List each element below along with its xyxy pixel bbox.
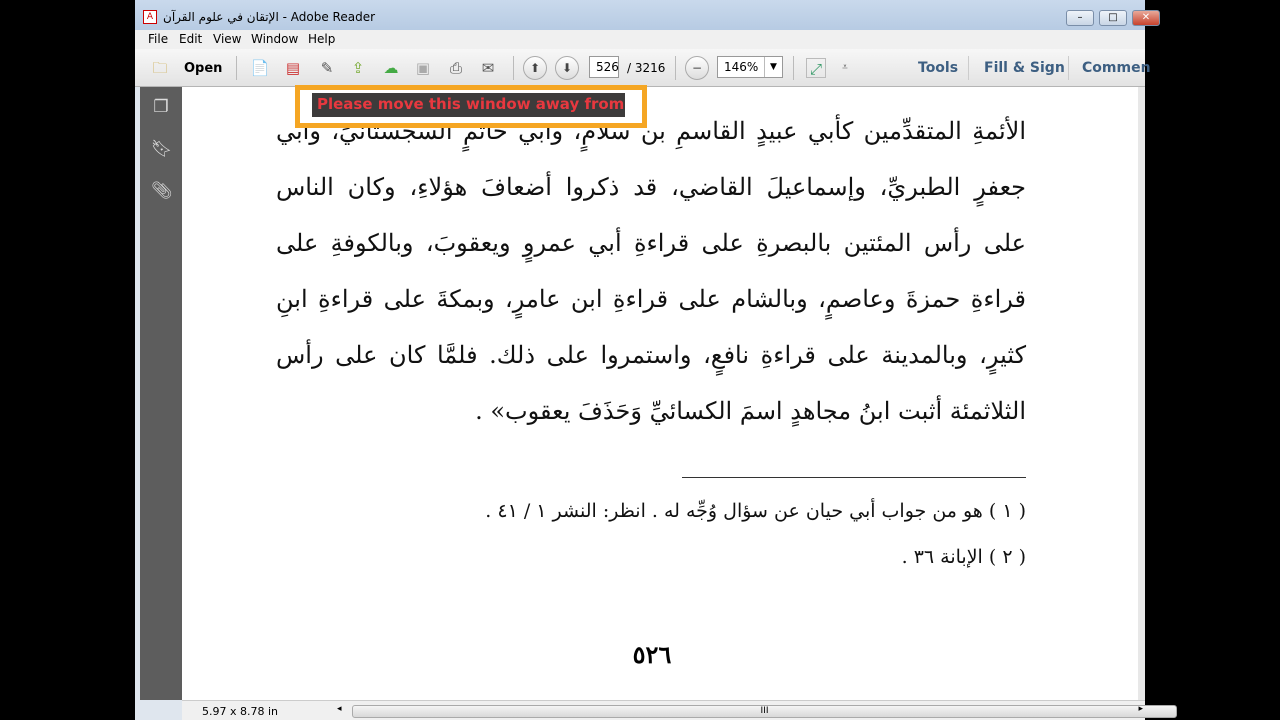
previous-page-button[interactable]: ⬆ [523,56,547,80]
bookmarks-icon[interactable]: 🔖︎ [151,139,173,161]
menu-file[interactable]: File [148,32,168,46]
folder-icon[interactable]: 🗀 [150,58,170,78]
footnote: ( ٢ ) الإبانة ٣٦ . [901,546,1026,568]
menu-help[interactable]: Help [308,32,335,46]
horizontal-scrollbar[interactable]: III [352,705,1177,718]
page-number-input[interactable]: 526 [589,56,619,78]
zoom-level-select[interactable]: 146% ▼ [717,56,783,78]
menu-window[interactable]: Window [251,32,298,46]
text-line: قراءةِ حمزةَ وعاصمٍ، وبالشام على قراءةِ … [276,285,1027,313]
zoom-out-button[interactable]: − [685,56,709,80]
document-view: الأئمةِ المتقدِّمين كأبي عبيدٍ القاسمِ ب… [182,87,1138,700]
footnote: ( ١ ) هو من جواب أبي حيان عن سؤال وُجِّه… [485,500,1026,522]
page-size: 5.97 x 8.78 in [202,705,279,718]
zoom-value: 146% [724,60,759,74]
footnote-separator [682,477,1026,478]
warning-overlay: Please move this window away from [295,85,647,128]
page-thumbnails-icon[interactable]: ❐ [151,97,171,119]
fill-sign-pane-button[interactable]: Fill & Sign [984,60,1065,76]
text-line: على رأس المئتين بالبصرةِ على قراءةِ أبي … [276,229,1026,257]
overlay-text: Please move this window away from [317,95,625,113]
attachments-icon[interactable]: 📎︎ [151,181,173,203]
page-total: / 3216 [627,61,666,75]
close-button[interactable]: ✕ [1132,10,1160,26]
divider [793,56,794,80]
divider [968,56,969,80]
navigation-pane: ❐ 🔖︎ 📎︎ [140,87,182,700]
divider [236,56,237,80]
fit-page-icon[interactable]: ⤢ [806,58,826,78]
toolbar-overflow-icon[interactable]: ⩡ [835,58,855,78]
page-number: ٥٢٦ [632,640,672,669]
maximize-button[interactable]: □ [1099,10,1127,26]
open-folder-icon[interactable]: ⇪ [348,58,368,78]
text-line: الثلاثمئة أثبت ابنُ مجاهدٍ اسمَ الكسائيِ… [475,397,1026,425]
vertical-scrollbar[interactable] [1138,87,1145,700]
scroll-grip[interactable]: III [761,706,769,716]
open-button[interactable]: Open [184,61,222,76]
adobe-reader-window: A الإتقان في علوم القرآن - Adobe Reader … [135,0,1177,720]
pdf-settings-icon[interactable]: ▤ [283,58,303,78]
create-pdf-icon[interactable]: 📄 [250,58,270,78]
pdf-app-icon: A [143,10,157,24]
save-icon[interactable]: ▣ [413,58,433,78]
status-bar: 5.97 x 8.78 in ◂ III ▸ [182,700,1177,720]
edit-document-icon[interactable]: ✎ [317,58,337,78]
toolbar: 🗀 Open 📄 ▤ ✎ ⇪ ☁ ▣ ⎙ ✉ ⬆ ⬇ 526 / 3216 − … [135,49,1151,87]
menu-bar: File Edit View Window Help [135,30,1145,49]
next-page-button[interactable]: ⬇ [555,56,579,80]
text-line: كثيرٍ، وبالمدينة على قراءةِ نافعٍ، واستم… [276,341,1026,369]
text-line: جعفرٍ الطبريِّ، وإسماعيلَ القاضي، قد ذكر… [276,173,1026,201]
chevron-down-icon[interactable]: ▼ [764,57,782,77]
minimize-button[interactable]: – [1066,10,1094,26]
divider [675,56,676,80]
comment-pane-button[interactable]: Commen [1082,60,1151,76]
menu-view[interactable]: View [213,32,241,46]
print-icon[interactable]: ⎙ [446,58,466,78]
cloud-upload-icon[interactable]: ☁ [381,58,401,78]
title-bar: A الإتقان في علوم القرآن - Adobe Reader … [135,0,1160,30]
scroll-left-arrow[interactable]: ◂ [337,704,342,714]
email-icon[interactable]: ✉ [478,58,498,78]
window-title: الإتقان في علوم القرآن - Adobe Reader [163,10,376,24]
menu-edit[interactable]: Edit [179,32,202,46]
divider [1068,56,1069,80]
divider [513,56,514,80]
tools-pane-button[interactable]: Tools [918,60,958,76]
scroll-right-arrow[interactable]: ▸ [1138,704,1143,714]
